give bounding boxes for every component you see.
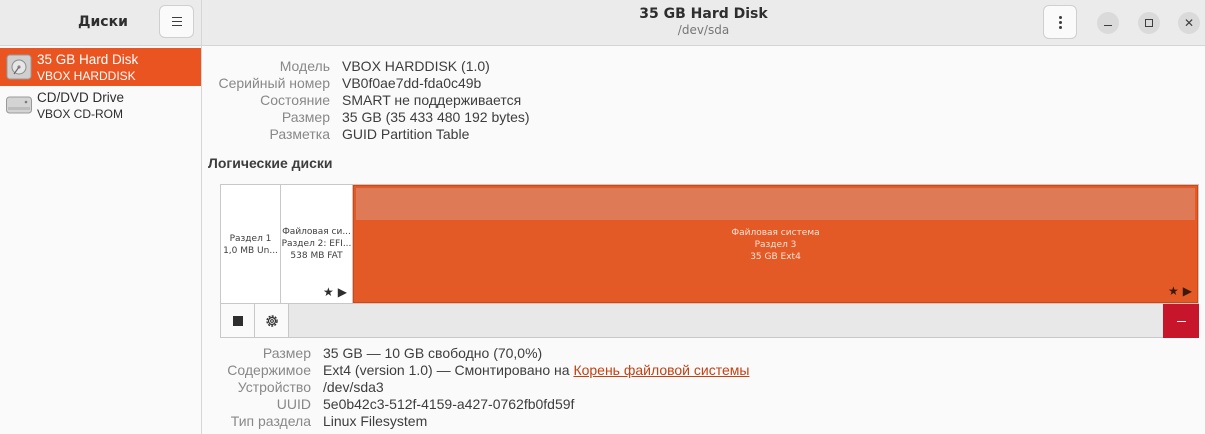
uuid-value: 5e0b42c3-512f-4159-a427-0762fb0fd59f — [323, 396, 575, 412]
serial-value: VB0f0ae7dd-fda0c49b — [342, 75, 482, 91]
partitioning-label: Разметка — [269, 126, 331, 142]
partition-3[interactable]: Файловая система Раздел 3 35 GB Ext4 ★ ▶ — [353, 185, 1198, 303]
sidebar-item-hard-disk[interactable]: 35 GB Hard Disk VBOX HARDDISK — [0, 48, 201, 86]
sidebar-header: Диски — [0, 0, 202, 46]
size-label: Размер — [281, 109, 330, 125]
kebab-dot-icon — [1058, 25, 1062, 29]
stop-icon — [232, 315, 243, 326]
partition-label: Файловая си... — [282, 227, 351, 237]
vol-size-value: 35 GB — 10 GB свободно (70,0%) — [323, 345, 543, 361]
partition-size: 538 MB FAT — [290, 251, 343, 261]
hamburger-icon — [171, 17, 182, 26]
delete-partition-button[interactable] — [1163, 304, 1199, 338]
volume-grid: Раздел 1 1,0 MB Un... Файловая си... Раз… — [220, 184, 1199, 304]
partition-size: 35 GB Ext4 — [750, 252, 801, 262]
drive-menu-button[interactable] — [1043, 5, 1077, 39]
partition-highlight — [356, 188, 1195, 220]
partition-name: Раздел 3 — [754, 240, 797, 250]
contents-label: Содержимое — [227, 362, 311, 378]
maximize-button[interactable] — [1138, 12, 1160, 34]
partition-label: Раздел 1 — [229, 234, 272, 244]
uuid-label: UUID — [276, 396, 311, 412]
partition-1[interactable]: Раздел 1 1,0 MB Un... — [221, 185, 281, 303]
model-label: Модель — [279, 58, 330, 74]
kebab-dot-icon — [1058, 15, 1062, 19]
sidebar-item-cd-drive[interactable]: CD/DVD Drive VBOX CD-ROM — [0, 86, 201, 124]
close-icon: ✕ — [1183, 16, 1195, 30]
state-label: Состояние — [260, 92, 330, 108]
optical-drive-icon — [6, 96, 32, 114]
disk-name: CD/DVD Drive — [37, 90, 125, 105]
state-value: SMART не поддерживается — [342, 92, 522, 108]
partition-2[interactable]: Файловая си... Раздел 2: EFI... 538 MB F… — [281, 185, 353, 303]
partition-type-value: Linux Filesystem — [323, 413, 428, 429]
minimize-icon — [1104, 24, 1112, 26]
size-value: 35 GB (35 433 480 192 bytes) — [342, 109, 530, 125]
partition-icons: ★ ▶ — [1168, 284, 1192, 298]
contents-value: Ext4 (version 1.0) — Смонтировано на Кор… — [323, 362, 749, 378]
partition-type-label: Тип раздела — [230, 413, 311, 429]
header-bar: Диски 35 GB Hard Disk /dev/sda ✕ — [0, 0, 1205, 46]
volume-toolbar — [220, 304, 1199, 338]
disk-model: VBOX HARDDISK — [37, 69, 136, 83]
device-value: /dev/sda3 — [323, 379, 384, 395]
partition-name: Раздел 2: EFI... — [281, 239, 352, 249]
model-value: VBOX HARDDISK (1.0) — [342, 58, 490, 74]
play-icon: ▶ — [337, 285, 347, 299]
contents-text: Ext4 (version 1.0) — Смонтировано на — [323, 362, 574, 378]
gear-icon — [265, 314, 278, 327]
serial-label: Серийный номер — [218, 75, 330, 91]
minus-icon — [1176, 320, 1186, 322]
hard-disk-icon — [6, 54, 32, 80]
partition-size: 1,0 MB Un... — [223, 246, 278, 256]
star-icon: ★ — [323, 285, 334, 299]
disk-model: VBOX CD-ROM — [37, 107, 124, 121]
disk-name: 35 GB Hard Disk — [37, 52, 139, 67]
volumes-title: Логические диски — [208, 155, 333, 171]
main-menu-button[interactable] — [159, 5, 194, 38]
star-icon: ★ — [1168, 284, 1179, 298]
play-icon: ▶ — [1182, 284, 1192, 298]
partitioning-value: GUID Partition Table — [342, 126, 470, 142]
maximize-icon — [1145, 19, 1153, 27]
partition-icons: ★ ▶ — [323, 285, 347, 299]
partition-label: Файловая система — [731, 228, 820, 238]
vol-size-label: Размер — [262, 345, 311, 361]
disk-list: 35 GB Hard Disk VBOX HARDDISK CD/DVD Dri… — [0, 46, 202, 434]
unmount-button[interactable] — [221, 304, 255, 337]
minimize-button[interactable] — [1097, 12, 1119, 34]
partition-settings-button[interactable] — [255, 304, 289, 337]
mount-point-link[interactable]: Корень файловой системы — [573, 362, 749, 378]
close-button[interactable]: ✕ — [1178, 12, 1200, 34]
kebab-dot-icon — [1058, 20, 1062, 24]
device-label: Устройство — [237, 379, 311, 395]
